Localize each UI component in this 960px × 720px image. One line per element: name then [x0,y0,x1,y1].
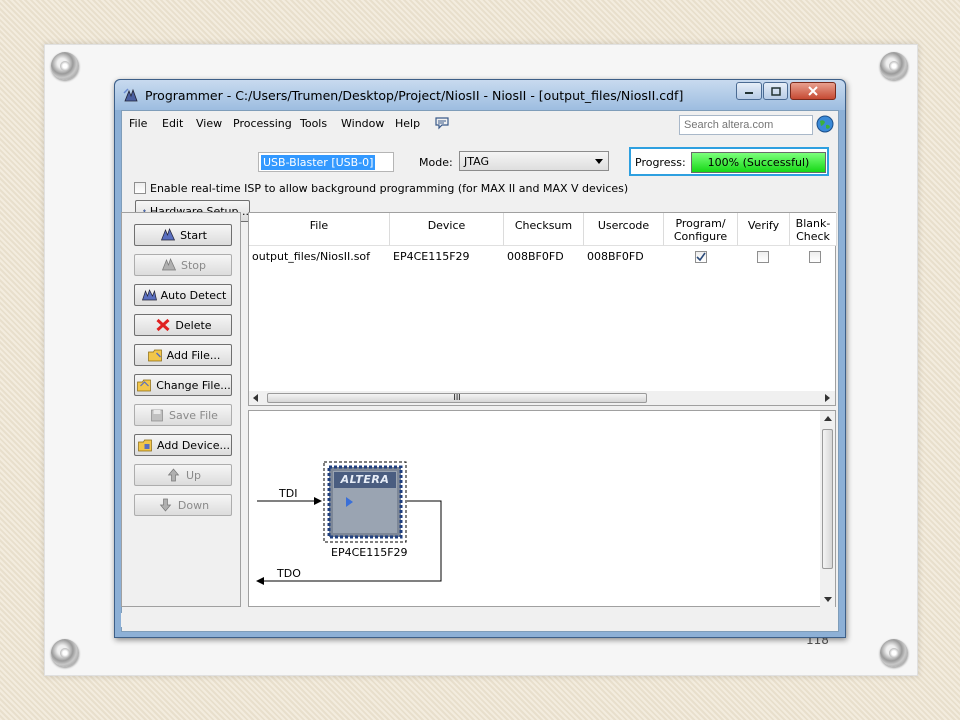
screw-top-right-icon [880,52,908,80]
add-device-icon [138,439,152,452]
horizontal-scrollbar[interactable]: III [249,391,835,405]
save-file-button[interactable]: Save File [134,404,232,426]
mode-select[interactable]: JTAG [459,151,609,171]
auto-detect-button[interactable]: Auto Detect [134,284,232,306]
menu-file[interactable]: File [129,117,147,130]
hardware-field[interactable]: USB-Blaster [USB-0] [258,152,394,172]
mode-label: Mode: [419,156,453,169]
cell-file[interactable]: output_files/NiosII.sof [249,247,390,265]
stop-icon [161,258,177,271]
action-label: Add Device... [157,438,230,452]
col-device[interactable]: Device [390,213,504,246]
menu-view[interactable]: View [196,117,222,130]
minimize-button[interactable] [736,82,762,100]
cell-device[interactable]: EP4CE115F29 [390,247,473,265]
screw-top-left-icon [51,52,79,80]
add-file-button[interactable]: Add File... [134,344,232,366]
delete-icon [156,318,170,332]
change-file-button[interactable]: Change File... [134,374,232,396]
menu-tools[interactable]: Tools [300,117,327,130]
action-label: Add File... [166,348,221,362]
screw-bottom-right-icon [880,639,908,667]
action-label: Delete [175,318,212,332]
isp-label: Enable real-time ISP to allow background… [150,182,629,195]
menu-edit[interactable]: Edit [162,117,183,130]
progress-label: Progress: [635,156,686,169]
verify-checkbox[interactable] [757,251,769,263]
col-blank-check[interactable]: Blank- Check [790,213,837,246]
scroll-left-icon[interactable] [252,394,260,402]
add-file-icon [147,349,162,362]
jtag-chain-drawing [256,461,442,585]
close-icon [808,86,818,96]
vertical-scrollbar[interactable] [820,411,835,608]
col-checksum[interactable]: Checksum [504,213,584,246]
action-label: Down [177,498,210,512]
chip-logo: ALTERA [340,473,390,486]
up-button[interactable]: Up [134,464,232,486]
col-usercode[interactable]: Usercode [584,213,664,246]
feedback-icon[interactable] [434,116,450,130]
status-bar [121,613,837,627]
change-file-icon [137,379,152,392]
action-label: Save File [169,408,218,422]
blank-check-checkbox[interactable] [809,251,821,263]
vertical-scroll-thumb[interactable] [822,429,833,569]
maximize-button[interactable] [763,82,788,100]
col-program[interactable]: Program/ Configure [664,213,738,246]
jtag-chain-diagram: TDI TDO ALTERA EP4CE115F29 [248,410,836,608]
screw-bottom-left-icon [51,639,79,667]
auto-detect-icon [141,289,157,301]
start-icon [161,228,176,241]
isp-checkbox[interactable] [134,182,146,194]
scroll-up-icon[interactable] [824,415,832,423]
search-input[interactable] [679,115,813,135]
maximize-icon [770,86,781,96]
delete-button[interactable]: Delete [134,314,232,336]
mode-value: JTAG [464,155,489,168]
scroll-down-icon[interactable] [824,595,832,603]
globe-icon[interactable] [816,115,834,133]
programmer-app-icon [123,88,138,102]
action-label: Change File... [156,378,231,392]
close-button[interactable] [790,82,836,100]
progress-bar: 100% (Successful) [691,152,826,173]
col-file[interactable]: File [249,213,390,246]
action-label: Stop [180,258,206,272]
down-button[interactable]: Down [134,494,232,516]
title-bar[interactable]: Programmer - C:/Users/Trumen/Desktop/Pro… [115,80,845,110]
minimize-icon [745,92,753,94]
menu-processing[interactable]: Processing [233,117,292,130]
program-checkbox[interactable] [695,251,707,263]
up-icon [167,468,180,482]
add-device-button[interactable]: Add Device... [134,434,232,456]
device-table: File Device Checksum Usercode Program/ C… [248,212,837,406]
stop-button[interactable]: Stop [134,254,232,276]
cell-checksum[interactable]: 008BF0FD [504,247,567,265]
save-file-icon [151,409,163,422]
horizontal-scroll-thumb[interactable]: III [267,393,647,403]
progress-text: 100% (Successful) [707,156,810,169]
tdi-label: TDI [279,487,298,500]
progress-panel: Progress: 100% (Successful) [629,147,829,176]
chevron-down-icon [595,159,603,164]
cell-usercode[interactable]: 008BF0FD [584,247,647,265]
start-button[interactable]: Start [134,224,232,246]
tdo-label: TDO [277,567,301,580]
action-label: Up [185,468,202,482]
action-label: Start [180,228,207,242]
hardware-value: USB-Blaster [USB-0] [261,155,376,170]
chip-device-label: EP4CE115F29 [331,546,408,559]
col-verify[interactable]: Verify [738,213,790,246]
scroll-right-icon[interactable] [823,394,831,402]
action-label: Auto Detect [160,288,227,302]
menu-bar: File Edit View Processing Tools Window H… [122,111,838,137]
menu-help[interactable]: Help [395,117,420,130]
down-icon [159,498,172,512]
window-title: Programmer - C:/Users/Trumen/Desktop/Pro… [145,88,684,103]
menu-window[interactable]: Window [341,117,384,130]
